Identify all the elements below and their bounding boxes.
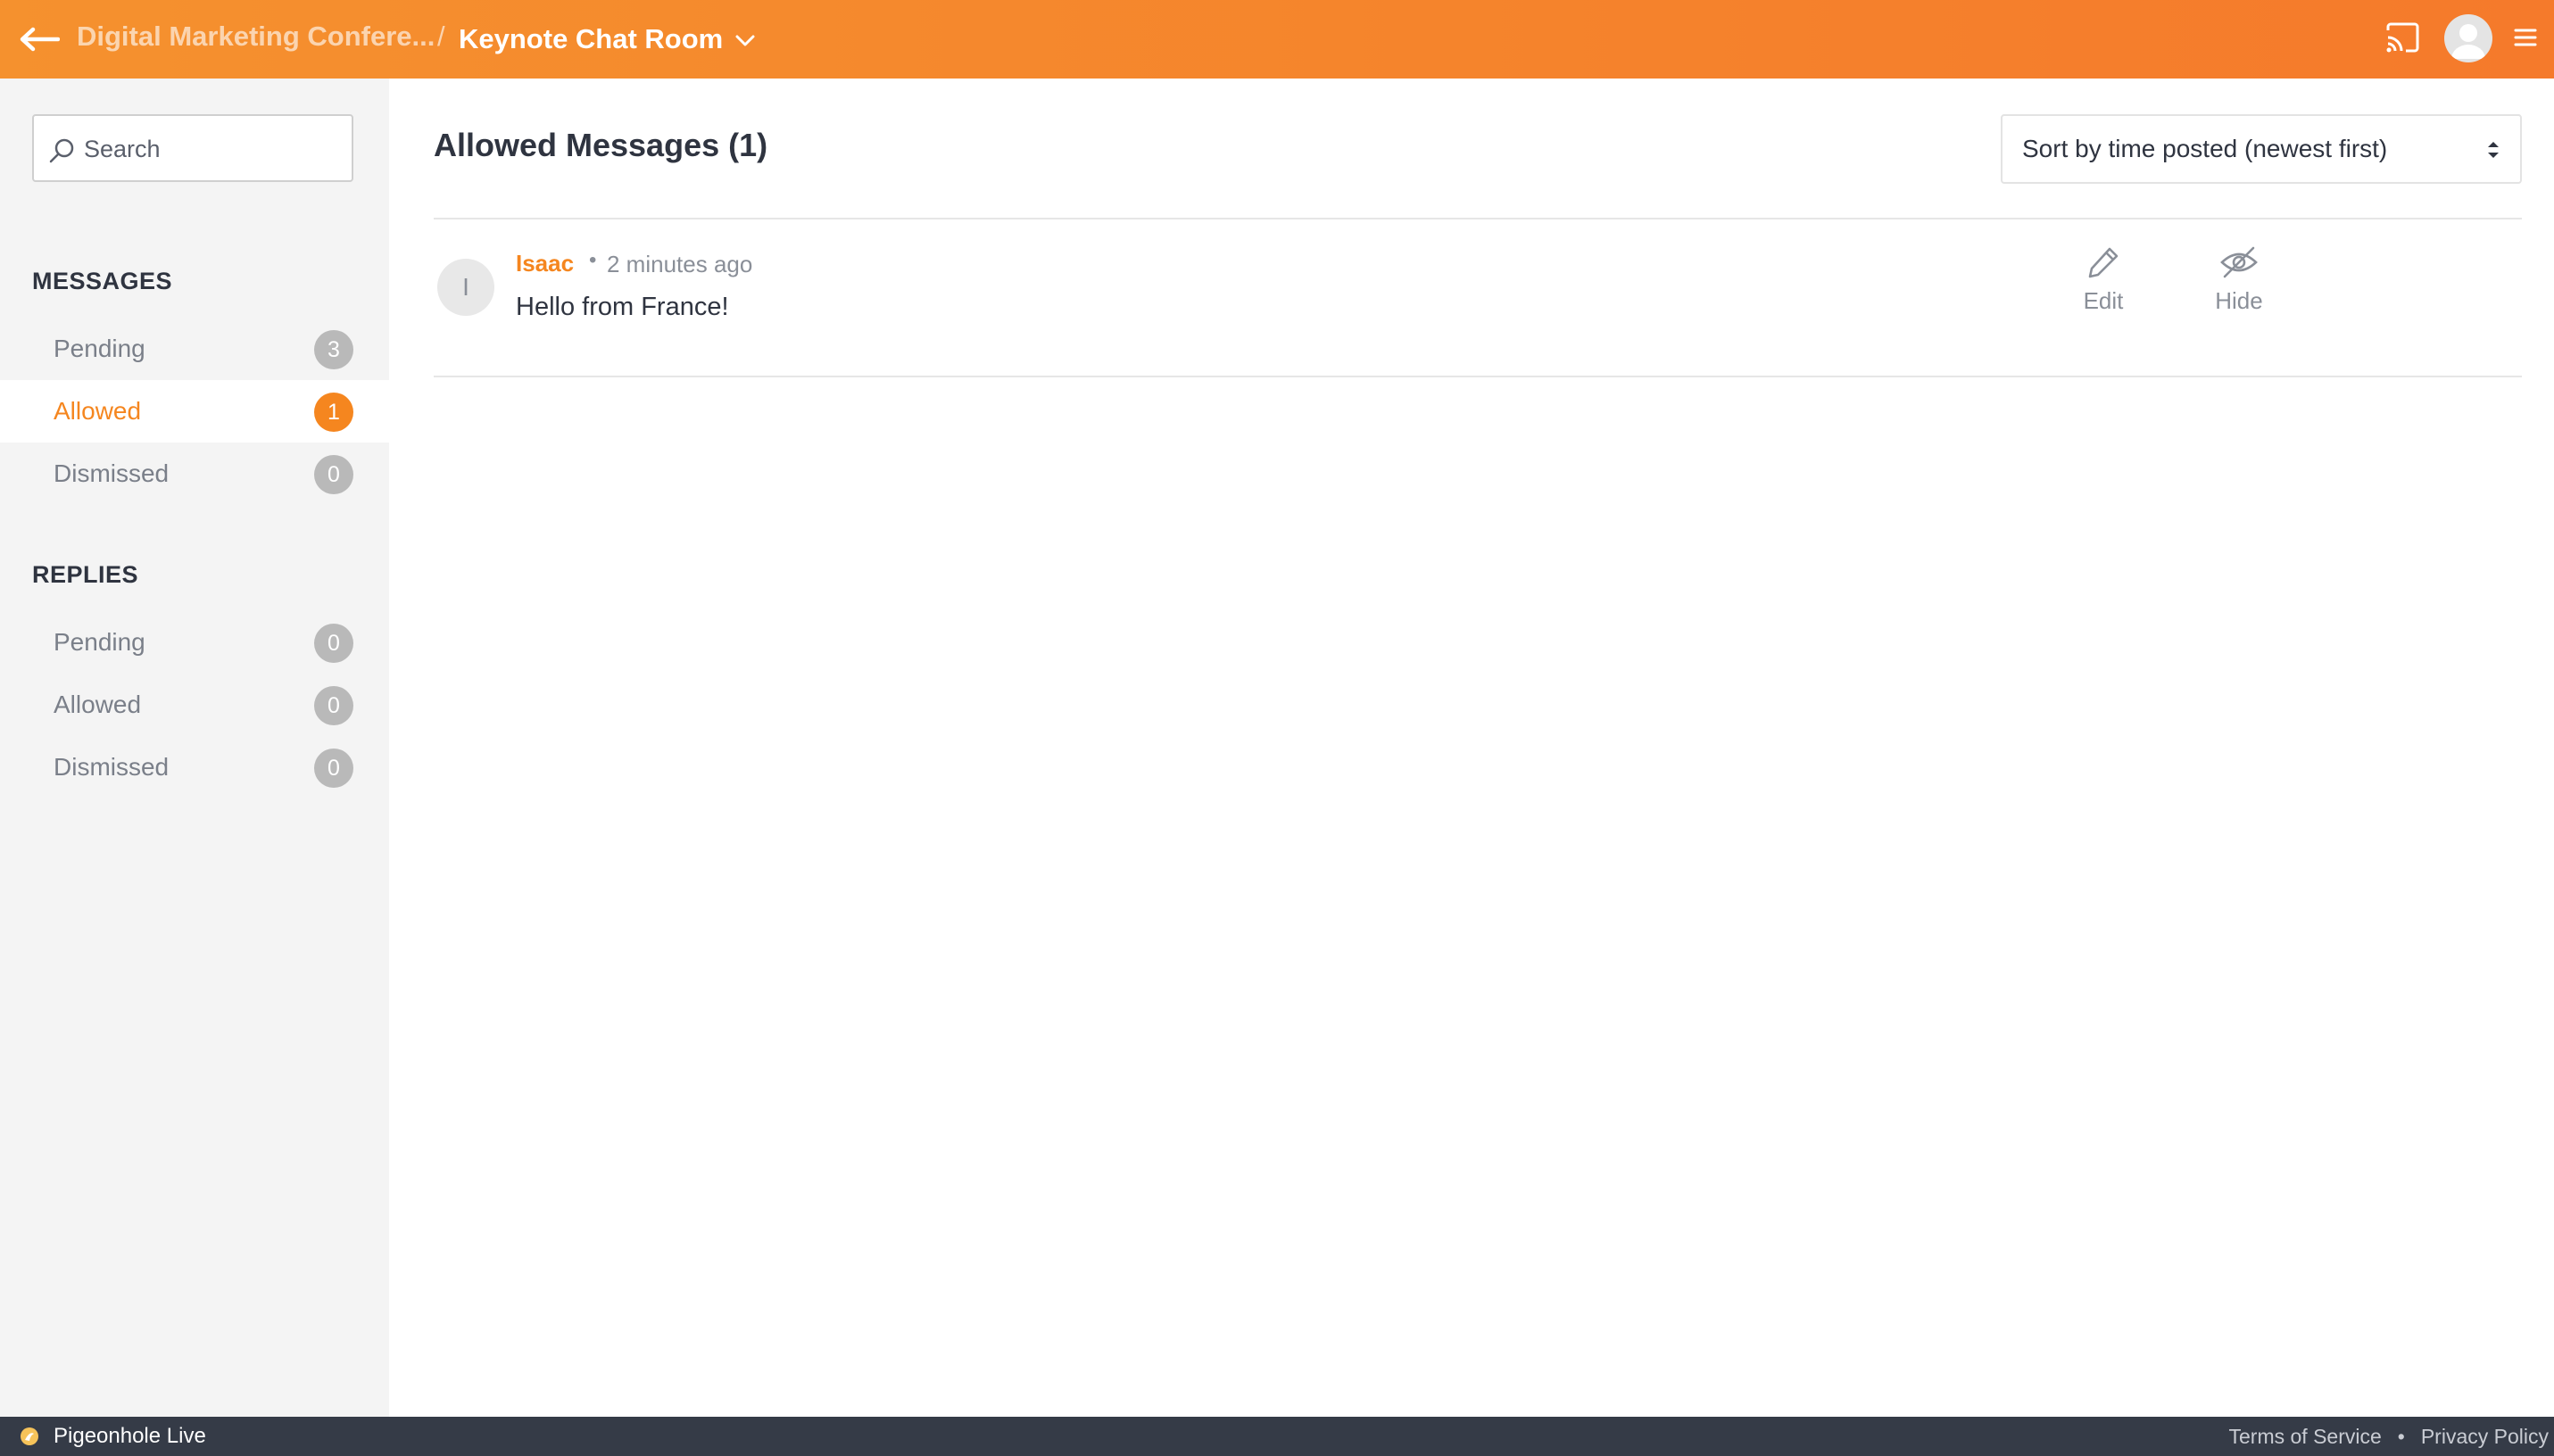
search-icon [49, 138, 74, 163]
divider [434, 376, 2522, 377]
back-button[interactable] [18, 18, 61, 61]
section-title-messages: MESSAGES [32, 268, 173, 294]
eye-off-icon [2220, 246, 2258, 278]
sidebar-item-replies-pending[interactable]: Pending 0 [0, 611, 389, 674]
message-body: Hello from France! [516, 293, 729, 321]
avatar: I [437, 259, 494, 316]
edit-label: Edit [2083, 287, 2124, 314]
search-box[interactable] [32, 114, 353, 182]
count-badge: 3 [314, 330, 353, 369]
edit-button[interactable]: Edit [2054, 244, 2152, 325]
sidebar-item-label: Pending [54, 335, 145, 362]
sort-selected-value: Sort by time posted (newest first) [2022, 135, 2388, 162]
sidebar-item-messages-pending[interactable]: Pending 3 [0, 318, 389, 380]
hide-button[interactable]: Hide [2190, 244, 2288, 325]
sidebar-item-label: Dismissed [54, 753, 170, 781]
count-badge: 0 [314, 749, 353, 788]
pencil-icon [2088, 247, 2119, 278]
breadcrumb-event[interactable]: Digital Marketing Confere... [77, 0, 435, 79]
select-arrows-icon [2488, 142, 2499, 158]
divider [434, 218, 2522, 219]
sidebar: MESSAGES Pending 3 Allowed 1 Dismissed 0… [0, 79, 389, 1417]
count-badge: 0 [314, 455, 353, 494]
room-title: Keynote Chat Room [459, 23, 724, 54]
sidebar-item-label: Allowed [54, 691, 142, 718]
terms-link[interactable]: Terms of Service [2229, 1425, 2382, 1448]
search-input[interactable] [84, 127, 343, 171]
separator-dot: • [589, 248, 597, 272]
breadcrumb-separator: / [437, 21, 445, 52]
privacy-link[interactable]: Privacy Policy [2421, 1425, 2549, 1448]
count-badge: 1 [314, 393, 353, 432]
message-author[interactable]: Isaac [516, 250, 574, 277]
sidebar-item-label: Dismissed [54, 459, 170, 487]
footer-separator: • [2397, 1425, 2405, 1448]
page-title: Allowed Messages (1) [434, 127, 768, 163]
sidebar-item-replies-dismissed[interactable]: Dismissed 0 [0, 736, 389, 798]
footer-brand[interactable]: Pigeonhole Live [54, 1417, 206, 1456]
section-title-replies: REPLIES [32, 561, 139, 588]
hide-label: Hide [2215, 287, 2263, 314]
chevron-down-icon [735, 35, 755, 46]
sidebar-item-label: Pending [54, 628, 145, 656]
sidebar-item-messages-allowed[interactable]: Allowed 1 [0, 380, 389, 443]
sort-select[interactable]: Sort by time posted (newest first) [2001, 114, 2522, 184]
sidebar-item-messages-dismissed[interactable]: Dismissed 0 [0, 443, 389, 505]
menu-button[interactable] [2513, 25, 2538, 50]
cast-icon [2386, 22, 2419, 53]
footer-links: Terms of Service • Privacy Policy [2229, 1417, 2549, 1456]
arrow-left-icon [20, 27, 60, 52]
user-avatar-icon [2451, 24, 2485, 59]
top-bar: Digital Marketing Confere... / Keynote C… [0, 0, 2554, 79]
count-badge: 0 [314, 624, 353, 663]
footer: Pigeonhole Live Terms of Service • Privacy… [0, 1417, 2554, 1456]
sidebar-item-label: Allowed [54, 397, 142, 425]
user-avatar-button[interactable] [2444, 14, 2492, 62]
sidebar-item-replies-allowed[interactable]: Allowed 0 [0, 674, 389, 736]
message-timestamp: 2 minutes ago [607, 251, 753, 277]
room-selector[interactable]: Keynote Chat Room [459, 0, 755, 79]
hamburger-menu-icon [2514, 29, 2537, 46]
cast-button[interactable] [2384, 21, 2424, 57]
pigeonhole-logo-icon [21, 1427, 38, 1445]
main-content: Allowed Messages (1) Sort by time posted… [434, 79, 2522, 1417]
count-badge: 0 [314, 686, 353, 725]
